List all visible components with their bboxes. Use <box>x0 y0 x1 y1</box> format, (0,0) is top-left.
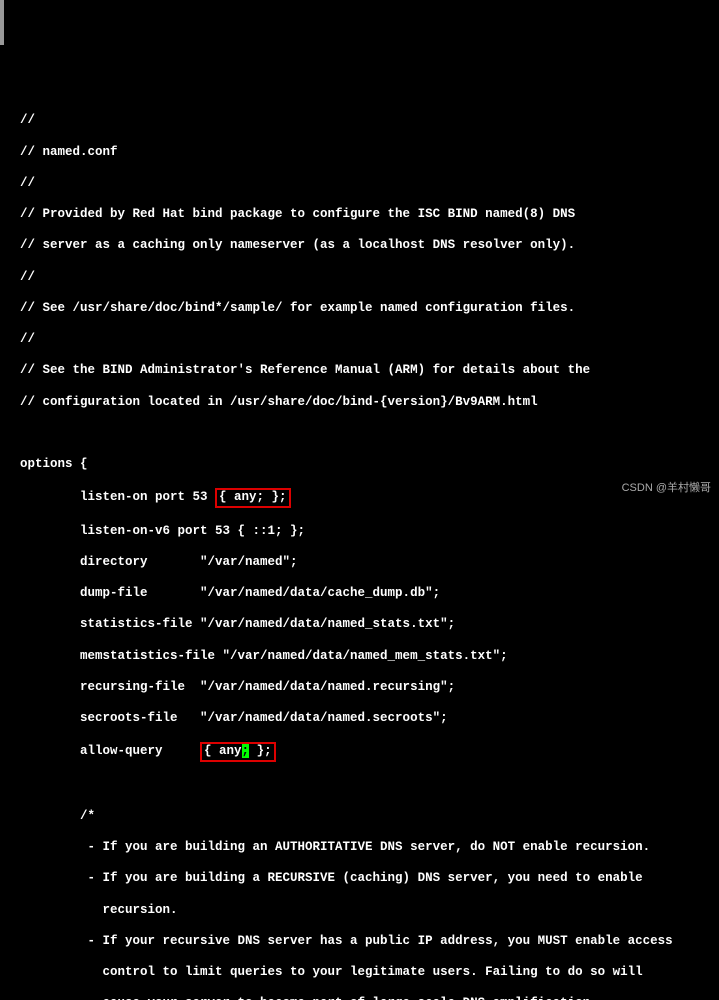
memstatistics-file-line: memstatistics-file "/var/named/data/name… <box>20 649 711 665</box>
comment-line: // <box>20 113 711 129</box>
comment-block-line: control to limit queries to your legitim… <box>20 965 711 981</box>
comment-block-line: cause your server to become part of larg… <box>20 996 711 1000</box>
listen-on-v6-line: listen-on-v6 port 53 { ::1; }; <box>20 524 711 540</box>
aq-text-b: }; <box>249 744 272 758</box>
comment-line: // <box>20 270 711 286</box>
editor-cursor[interactable]: ; <box>242 744 250 758</box>
comment-line: // named.conf <box>20 145 711 161</box>
comment-block-line: /* <box>20 809 711 825</box>
comment-line: // See /usr/share/doc/bind*/sample/ for … <box>20 301 711 317</box>
highlight-any-1: { any; }; <box>215 488 291 508</box>
comment-block-line: recursion. <box>20 903 711 919</box>
editor-content: // // named.conf // // Provided by Red H… <box>20 98 711 1000</box>
directory-line: directory "/var/named"; <box>20 555 711 571</box>
comment-line: // <box>20 332 711 348</box>
config-text: listen-on port 53 <box>20 490 215 504</box>
dump-file-line: dump-file "/var/named/data/cache_dump.db… <box>20 586 711 602</box>
listen-on-line: listen-on port 53 { any; }; <box>20 488 711 508</box>
watermark: CSDN @羊村懒哥 <box>622 482 711 496</box>
allow-query-line: allow-query { any; }; <box>20 742 711 762</box>
aq-text-a: { any <box>204 744 242 758</box>
comment-line: // configuration located in /usr/share/d… <box>20 395 711 411</box>
comment-line: // Provided by Red Hat bind package to c… <box>20 207 711 223</box>
config-text: allow-query <box>20 744 200 758</box>
comment-block-line: - If your recursive DNS server has a pub… <box>20 934 711 950</box>
blank-line <box>20 426 711 442</box>
comment-line: // <box>20 176 711 192</box>
comment-block-line: - If you are building a RECURSIVE (cachi… <box>20 871 711 887</box>
comment-line: // See the BIND Administrator's Referenc… <box>20 363 711 379</box>
comment-line: // server as a caching only nameserver (… <box>20 238 711 254</box>
comment-block-line: - If you are building an AUTHORITATIVE D… <box>20 840 711 856</box>
options-open: options { <box>20 457 711 473</box>
secroots-file-line: secroots-file "/var/named/data/named.sec… <box>20 711 711 727</box>
recursing-file-line: recursing-file "/var/named/data/named.re… <box>20 680 711 696</box>
blank-line <box>20 778 711 794</box>
highlight-any-2: { any; }; <box>200 742 276 762</box>
scrollbar-thumb[interactable] <box>0 0 4 45</box>
statistics-file-line: statistics-file "/var/named/data/named_s… <box>20 617 711 633</box>
